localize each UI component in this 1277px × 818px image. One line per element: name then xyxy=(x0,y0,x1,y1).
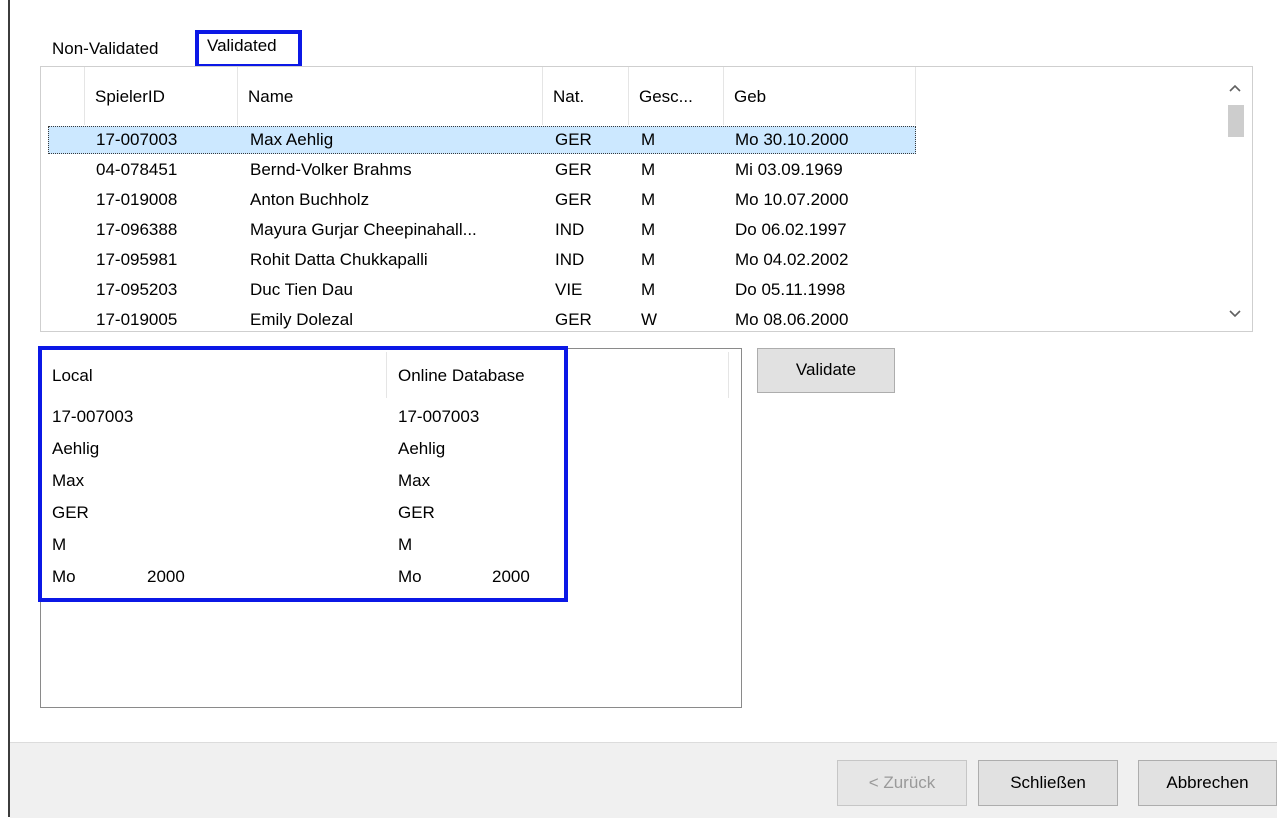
cell-geb: Mi 03.09.1969 xyxy=(735,160,843,179)
cell-spielerid: 04-078451 xyxy=(96,160,178,179)
online-nat: GER xyxy=(398,503,435,522)
cell-geb: Do 05.11.1998 xyxy=(735,280,846,299)
cell-gesc: M xyxy=(641,130,656,149)
cell-name: Anton Buchholz xyxy=(250,190,370,209)
close-button[interactable]: Schließen xyxy=(978,760,1118,806)
cell-spielerid: 17-096388 xyxy=(96,220,178,239)
cell-nat: GER xyxy=(555,160,592,179)
cell-spielerid: 17-019005 xyxy=(96,310,178,329)
list-header: SpielerID Name Nat. Gesc... Geb xyxy=(41,67,1231,125)
online-column-header: Online Database xyxy=(398,366,525,385)
column-header-spielerid[interactable]: SpielerID xyxy=(85,67,238,125)
column-header-nat[interactable]: Nat. xyxy=(543,67,629,125)
cell-spielerid: 17-019008 xyxy=(96,190,178,209)
table-row[interactable]: 17-096388 Mayura Gurjar Cheepinahall... IN… xyxy=(41,215,1231,245)
cell-geb: Mo 30.10.2000 xyxy=(735,130,849,149)
back-button[interactable]: < Zurück xyxy=(837,760,967,806)
cell-name: Rohit Datta Chukkapalli xyxy=(250,250,428,269)
cell-name: Max Aehlig xyxy=(250,130,334,149)
cell-gesc: M xyxy=(641,250,656,269)
online-weekday: Mo xyxy=(398,567,422,586)
cancel-button[interactable]: Abbrechen xyxy=(1138,760,1277,806)
local-gender: M xyxy=(52,535,67,554)
chevron-down-icon[interactable] xyxy=(1218,297,1252,331)
online-gender: M xyxy=(398,535,413,554)
cell-gesc: M xyxy=(641,190,656,209)
local-id: 17-007003 xyxy=(52,407,134,426)
table-row[interactable]: 17-095203 Duc Tien Dau VIE M Do 05.11.1998 xyxy=(41,275,1231,305)
cell-geb: Do 06.02.1997 xyxy=(735,220,847,239)
cell-name: Duc Tien Dau xyxy=(250,280,353,299)
online-id: 17-007003 xyxy=(398,407,480,426)
cell-gesc: M xyxy=(641,280,656,299)
scrollbar-thumb[interactable] xyxy=(1228,105,1244,137)
column-header-geb[interactable]: Geb xyxy=(724,67,916,125)
table-row[interactable]: 17-095981 Rohit Datta Chukkapalli IND M Mo 0… xyxy=(41,245,1231,275)
table-row[interactable]: 17-019008 Anton Buchholz GER M Mo 10.07.2000 xyxy=(41,185,1231,215)
list-header-spacer xyxy=(41,67,85,125)
table-row[interactable]: 17-019005 Emily Dolezal GER W Mo 08.06.2000 xyxy=(41,305,1231,331)
local-nat: GER xyxy=(52,503,89,522)
cell-geb: Mo 08.06.2000 xyxy=(735,310,849,329)
table-row[interactable]: 17-007003 Max Aehlig GER M Mo 30.10.2000 xyxy=(41,125,1231,155)
validate-button[interactable]: Validate xyxy=(757,348,895,393)
local-lastname: Aehlig xyxy=(52,439,100,458)
online-lastname: Aehlig xyxy=(398,439,446,458)
cell-nat: GER xyxy=(555,310,592,329)
cell-name: Bernd-Volker Brahms xyxy=(250,160,412,179)
cell-name: Emily Dolezal xyxy=(250,310,353,329)
cell-nat: IND xyxy=(555,220,585,239)
column-header-gesc[interactable]: Gesc... xyxy=(629,67,724,125)
chevron-up-icon[interactable] xyxy=(1218,71,1252,107)
cell-nat: GER xyxy=(555,130,592,149)
cell-nat: GER xyxy=(555,190,592,209)
cell-geb: Mo 10.07.2000 xyxy=(735,190,849,209)
cell-gesc: M xyxy=(641,220,656,239)
local-year: 2000 xyxy=(147,567,185,586)
local-column-header: Local xyxy=(52,366,93,385)
cell-gesc: M xyxy=(641,160,656,179)
cell-spielerid: 17-095981 xyxy=(96,250,178,269)
column-divider xyxy=(386,352,387,398)
local-weekday: Mo xyxy=(52,567,76,586)
column-divider xyxy=(728,352,729,398)
list-scrollbar[interactable] xyxy=(1218,67,1252,331)
local-firstname: Max xyxy=(52,471,85,490)
online-firstname: Max xyxy=(398,471,431,490)
tab-validated[interactable]: Validated xyxy=(195,30,302,68)
cell-geb: Mo 04.02.2002 xyxy=(735,250,849,269)
cell-nat: VIE xyxy=(555,280,583,299)
player-list[interactable]: SpielerID Name Nat. Gesc... Geb 17-00700… xyxy=(40,66,1253,332)
cell-spielerid: 17-095203 xyxy=(96,280,178,299)
online-year: 2000 xyxy=(492,567,530,586)
column-header-name[interactable]: Name xyxy=(238,67,543,125)
tab-non-validated[interactable]: Non-Validated xyxy=(46,36,164,64)
cell-spielerid: 17-007003 xyxy=(96,130,178,149)
cell-nat: IND xyxy=(555,250,585,269)
table-row[interactable]: 04-078451 Bernd-Volker Brahms GER M Mi 03.09… xyxy=(41,155,1231,185)
comparison-panel xyxy=(40,348,742,708)
cell-name: Mayura Gurjar Cheepinahall... xyxy=(250,220,477,239)
cell-gesc: W xyxy=(641,310,658,329)
